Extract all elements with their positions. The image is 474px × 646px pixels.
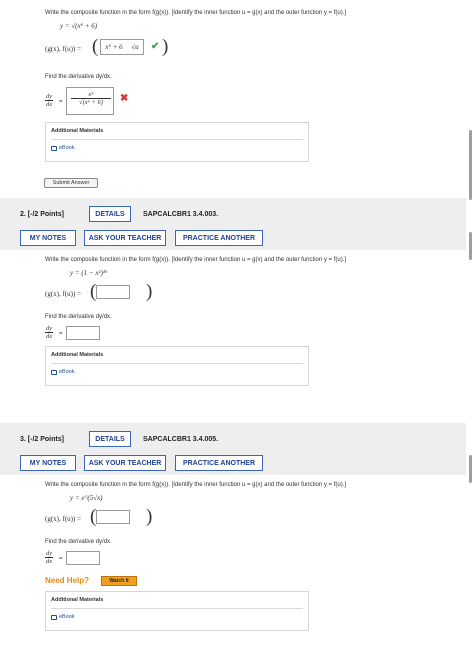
check-icon: ✔ bbox=[151, 41, 160, 52]
q3-dydx: dy dx bbox=[45, 550, 54, 565]
q3-additional-title: Additional Materials bbox=[51, 597, 104, 603]
q3-composite-input[interactable] bbox=[96, 510, 130, 524]
q2-number: 2. [-/2 Points] bbox=[20, 211, 64, 218]
q3-details-button[interactable]: DETAILS bbox=[89, 431, 131, 447]
q1-additional-title: Additional Materials bbox=[51, 128, 104, 134]
q1-answer-num: x⁵ bbox=[71, 91, 111, 99]
q3-prompt: Write the composite function in the form… bbox=[45, 482, 347, 488]
q2-composite-input[interactable] bbox=[96, 285, 130, 299]
q1-outer-answer: √u bbox=[131, 43, 139, 51]
q1-equation: y = √(x⁶ + 6) bbox=[60, 22, 98, 30]
q1-inner-answer: x⁶ + 6 bbox=[105, 43, 123, 51]
q2-pair-label: (g(x), f(u)) = bbox=[45, 290, 82, 298]
q1-derivative-prompt: Find the derivative dy/dx. bbox=[45, 74, 112, 80]
q3-need-help: Need Help? bbox=[45, 576, 90, 585]
scrollbar-thumb[interactable] bbox=[469, 130, 472, 200]
q1-open-paren: ( bbox=[92, 36, 99, 57]
q2-code: SAPCALCBR1 3.4.003. bbox=[143, 211, 219, 218]
ebook-icon bbox=[51, 369, 57, 375]
q1-ebook-label: eBook bbox=[59, 145, 75, 151]
q1-derivative-answer: x⁵ √(x⁶ + 6) bbox=[71, 91, 111, 106]
q3-ask-teacher-button[interactable]: ASK YOUR TEACHER bbox=[84, 455, 166, 471]
q2-ebook-link[interactable]: eBook bbox=[51, 369, 75, 375]
q3-ebook-link[interactable]: eBook bbox=[51, 614, 75, 620]
scrollbar-segment-2[interactable] bbox=[469, 232, 472, 260]
q3-equals: = bbox=[59, 556, 63, 562]
q2-ask-teacher-button[interactable]: ASK YOUR TEACHER bbox=[84, 230, 166, 246]
q1-prompt: Write the composite function in the form… bbox=[45, 10, 347, 16]
q3-derivative-input[interactable] bbox=[66, 551, 100, 565]
q1-am-divider bbox=[51, 139, 303, 140]
q3-ebook-label: eBook bbox=[59, 614, 75, 620]
q3-am-divider bbox=[51, 608, 303, 609]
q1-dydx: dy dx bbox=[45, 93, 54, 108]
q2-additional-materials: Additional Materials eBook bbox=[45, 346, 309, 386]
q3-practice-another-button[interactable]: PRACTICE ANOTHER bbox=[175, 455, 263, 471]
q1-ebook-link[interactable]: eBook bbox=[51, 145, 75, 151]
q2-derivative-input[interactable] bbox=[66, 326, 100, 340]
q3-equation: y = e^(5√x) bbox=[70, 494, 103, 502]
q2-am-divider bbox=[51, 363, 303, 364]
q3-dx: dx bbox=[46, 558, 53, 565]
q1-equals: = bbox=[59, 99, 63, 105]
q2-prompt: Write the composite function in the form… bbox=[45, 257, 347, 263]
q3-pair-label: (g(x), f(u)) = bbox=[45, 515, 82, 523]
q2-close-paren: ) bbox=[146, 281, 153, 302]
q3-additional-materials: Additional Materials eBook bbox=[45, 591, 309, 631]
q1-derivative-box[interactable]: x⁵ √(x⁶ + 6) bbox=[66, 87, 114, 115]
submit-answer-button[interactable]: Submit Answer bbox=[44, 178, 98, 188]
q1-answer-den: √(x⁶ + 6) bbox=[79, 99, 103, 106]
ebook-icon bbox=[51, 145, 57, 151]
q2-my-notes-button[interactable]: MY NOTES bbox=[20, 230, 76, 246]
q3-watch-it-button[interactable]: Watch It bbox=[101, 576, 137, 586]
q3-code: SAPCALCBR1 3.4.005. bbox=[143, 436, 219, 443]
q1-answer-box[interactable]: x⁶ + 6 √u bbox=[100, 39, 144, 55]
q2-equation: y = (1 − x²)¹⁶ bbox=[70, 269, 108, 277]
q2-dx: dx bbox=[46, 333, 53, 340]
q3-number: 3. [-/2 Points] bbox=[20, 436, 64, 443]
q1-dy: dy bbox=[45, 93, 54, 101]
q3-derivative-prompt: Find the derivative dy/dx. bbox=[45, 539, 112, 545]
x-icon: ✖ bbox=[120, 93, 129, 104]
q2-practice-another-button[interactable]: PRACTICE ANOTHER bbox=[175, 230, 263, 246]
q3-close-paren: ) bbox=[146, 506, 153, 527]
q2-additional-title: Additional Materials bbox=[51, 352, 104, 358]
q1-additional-materials: Additional Materials eBook bbox=[45, 122, 309, 162]
q2-derivative-prompt: Find the derivative dy/dx. bbox=[45, 314, 112, 320]
q1-dx: dx bbox=[46, 101, 53, 108]
q1-close-paren: ) bbox=[162, 36, 169, 57]
scrollbar-segment-3[interactable] bbox=[469, 455, 472, 483]
q2-ebook-label: eBook bbox=[59, 369, 75, 375]
q2-dy: dy bbox=[45, 325, 54, 333]
ebook-icon bbox=[51, 614, 57, 620]
q1-pair-label: (g(x), f(u)) = bbox=[45, 45, 82, 53]
q2-equals: = bbox=[59, 331, 63, 337]
q2-details-button[interactable]: DETAILS bbox=[89, 206, 131, 222]
q2-dydx: dy dx bbox=[45, 325, 54, 340]
q3-my-notes-button[interactable]: MY NOTES bbox=[20, 455, 76, 471]
q3-dy: dy bbox=[45, 550, 54, 558]
